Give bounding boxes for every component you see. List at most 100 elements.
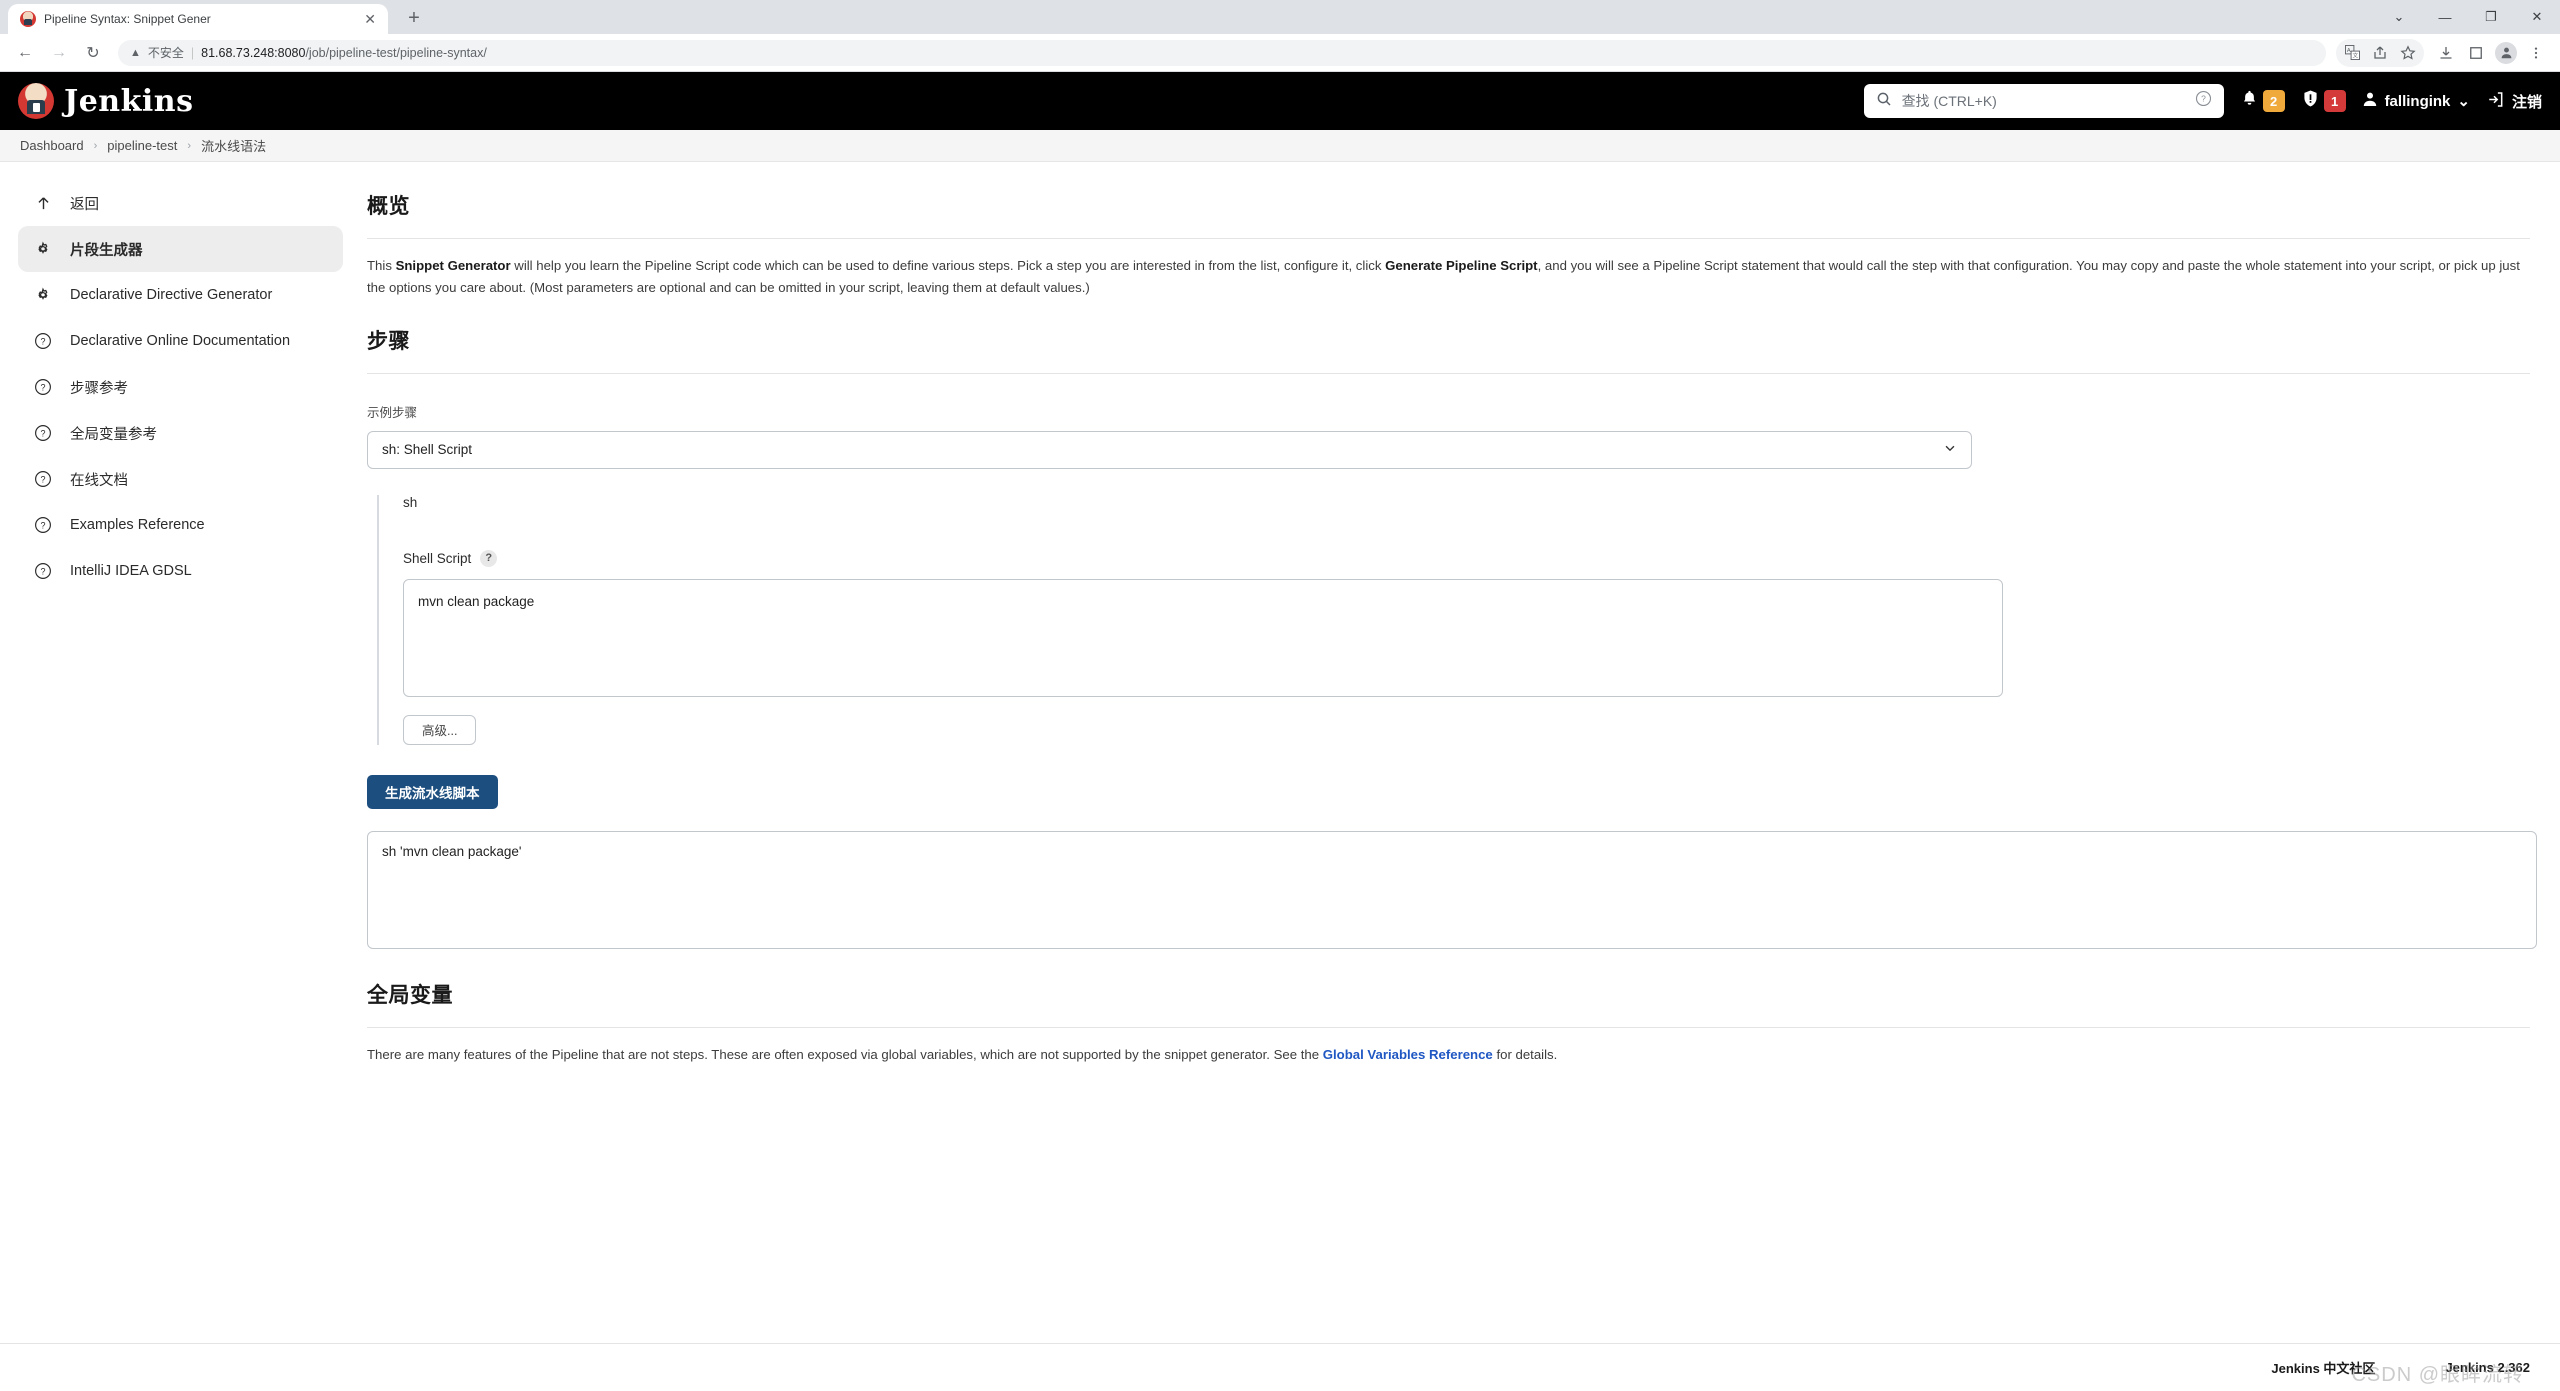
extensions-icon[interactable] bbox=[2462, 39, 2490, 67]
overview-heading: 概览 bbox=[367, 195, 410, 218]
sidebar-item-back[interactable]: 返回 bbox=[18, 180, 343, 226]
sidebar-item-step-reference[interactable]: ? 步骤参考 bbox=[18, 364, 343, 410]
translate-icon[interactable]: A文 bbox=[2338, 39, 2366, 67]
jenkins-favicon bbox=[20, 11, 36, 27]
svg-text:?: ? bbox=[40, 566, 45, 576]
help-circle-icon[interactable]: ? bbox=[2195, 90, 2212, 112]
address-bar[interactable]: ▲ 不安全 | 81.68.73.248:8080/job/pipeline-t… bbox=[118, 39, 2326, 66]
sidebar-item-online-documentation[interactable]: ? 在线文档 bbox=[18, 456, 343, 502]
chevron-down-icon[interactable]: ⌄ bbox=[2376, 0, 2422, 34]
sidebar-item-declarative-directive-generator[interactable]: Declarative Directive Generator bbox=[18, 272, 343, 318]
sample-step-select[interactable]: sh: Shell Script bbox=[367, 430, 1972, 469]
help-circle-icon: ? bbox=[32, 468, 54, 490]
globals-text-1: There are many features of the Pipeline … bbox=[367, 1046, 1323, 1062]
sidebar-item-label: Examples Reference bbox=[70, 517, 205, 533]
security-group[interactable]: 1 bbox=[2301, 89, 2346, 113]
sidebar-item-label: Declarative Directive Generator bbox=[70, 287, 273, 303]
logout-label: 注销 bbox=[2511, 93, 2542, 111]
divider bbox=[367, 372, 2530, 374]
steps-heading: 步骤 bbox=[367, 329, 410, 353]
browser-window: Pipeline Syntax: Snippet Gener ✕ + ⌄ — ❐… bbox=[0, 0, 2560, 1391]
share-icon[interactable] bbox=[2366, 39, 2394, 67]
close-window-button[interactable]: ✕ bbox=[2514, 0, 2560, 34]
tab-title: Pipeline Syntax: Snippet Gener bbox=[44, 12, 211, 26]
maximize-button[interactable]: ❐ bbox=[2468, 0, 2514, 34]
main-content: 概览 This Snippet Generator will help you … bbox=[355, 162, 2560, 1391]
svg-text:A: A bbox=[2346, 48, 2350, 54]
breadcrumb-separator: › bbox=[93, 139, 98, 152]
shell-script-textarea[interactable] bbox=[403, 578, 2003, 697]
notification-count-badge[interactable]: 2 bbox=[2262, 90, 2285, 112]
svg-text:?: ? bbox=[40, 382, 45, 392]
search-input[interactable]: 查找 (CTRL+K) ? bbox=[1863, 84, 2224, 118]
reload-icon[interactable]: ↻ bbox=[78, 38, 108, 68]
sidebar-item-label: Declarative Online Documentation bbox=[70, 333, 291, 349]
generate-pipeline-script-button[interactable]: 生成流水线脚本 bbox=[367, 774, 498, 809]
breadcrumb-item-dashboard[interactable]: Dashboard bbox=[20, 138, 84, 153]
profile-avatar-icon[interactable] bbox=[2492, 39, 2520, 67]
global-variables-reference-link[interactable]: Global Variables Reference bbox=[1323, 1047, 1493, 1062]
user-name: fallingink bbox=[2384, 92, 2451, 110]
page-body: 返回 片段生成器 Declarative Directive Generator… bbox=[0, 162, 2560, 1391]
person-icon bbox=[2362, 91, 2378, 111]
sidebar-item-label: 片段生成器 bbox=[70, 242, 143, 259]
breadcrumb-item-pipeline-test[interactable]: pipeline-test bbox=[107, 138, 177, 153]
help-circle-icon: ? bbox=[32, 560, 54, 582]
arrow-up-icon bbox=[32, 192, 54, 214]
svg-text:?: ? bbox=[40, 474, 45, 484]
new-tab-button[interactable]: + bbox=[400, 4, 428, 32]
advanced-button[interactable]: 高级... bbox=[403, 714, 477, 745]
breadcrumb: Dashboard › pipeline-test › 流水线语法 bbox=[0, 130, 2560, 162]
jenkins-logo-text: Jenkins bbox=[64, 83, 194, 119]
forward-icon[interactable]: → bbox=[44, 38, 74, 68]
shell-script-field-label: Shell Script ? bbox=[403, 549, 2530, 567]
url-path: /job/pipeline-test/pipeline-syntax/ bbox=[305, 45, 487, 60]
page-footer: Jenkins 中文社区 Jenkins 2.362 CSDN @眼眸流转 bbox=[0, 1343, 2560, 1391]
user-menu-button[interactable]: fallingink ⌄ bbox=[2362, 91, 2470, 111]
jenkins-community-link[interactable]: Jenkins 中文社区 bbox=[2271, 1358, 2375, 1377]
header-right-group: 查找 (CTRL+K) ? 2 1 fallingink ⌄ 注销 bbox=[1863, 84, 2542, 118]
toolbar-icons: A文 bbox=[2336, 38, 2550, 67]
window-controls: ⌄ — ❐ ✕ bbox=[2376, 0, 2560, 34]
back-icon[interactable]: ← bbox=[10, 38, 40, 68]
breadcrumb-item-pipeline-syntax[interactable]: 流水线语法 bbox=[201, 136, 266, 155]
generated-script-output[interactable] bbox=[367, 830, 2537, 949]
overview-paragraph: This Snippet Generator will help you lea… bbox=[367, 255, 2530, 299]
jenkins-logo-link[interactable]: Jenkins bbox=[18, 83, 193, 119]
sidebar-item-examples-reference[interactable]: ? Examples Reference bbox=[18, 502, 343, 548]
shield-alert-icon[interactable] bbox=[2301, 89, 2320, 113]
menu-kebab-icon[interactable] bbox=[2522, 39, 2550, 67]
snippet-generator-bold: Snippet Generator bbox=[395, 258, 511, 273]
notifications-group[interactable]: 2 bbox=[2240, 89, 2285, 113]
minimize-button[interactable]: — bbox=[2422, 0, 2468, 34]
divider bbox=[367, 238, 2530, 239]
divider bbox=[367, 1026, 2530, 1028]
close-icon[interactable]: ✕ bbox=[364, 12, 376, 26]
shell-script-label-text: Shell Script bbox=[403, 550, 472, 566]
bookmark-star-icon[interactable] bbox=[2394, 39, 2422, 67]
sidebar-item-intellij-idea-gdsl[interactable]: ? IntelliJ IDEA GDSL bbox=[18, 548, 343, 594]
sample-step-label: 示例步骤 bbox=[367, 405, 418, 420]
overview-text-1: This bbox=[367, 258, 396, 273]
gear-icon bbox=[32, 238, 54, 260]
browser-tab[interactable]: Pipeline Syntax: Snippet Gener ✕ bbox=[8, 4, 388, 34]
logout-button[interactable]: 注销 bbox=[2486, 90, 2542, 113]
generate-pipeline-script-bold: Generate Pipeline Script bbox=[1385, 258, 1538, 273]
browser-tabstrip: Pipeline Syntax: Snippet Gener ✕ + ⌄ — ❐… bbox=[0, 0, 2560, 34]
download-icon[interactable] bbox=[2432, 39, 2460, 67]
logout-icon bbox=[2486, 90, 2505, 113]
help-circle-icon: ? bbox=[32, 330, 54, 352]
sidebar-item-snippet-generator[interactable]: 片段生成器 bbox=[18, 226, 343, 272]
sidebar-item-label: 在线文档 bbox=[70, 472, 128, 489]
omnibox-action-pill: A文 bbox=[2336, 38, 2424, 67]
insecure-label: 不安全 bbox=[147, 46, 184, 60]
sidebar-item-global-variable-reference[interactable]: ? 全局变量参考 bbox=[18, 410, 343, 456]
sidebar: 返回 片段生成器 Declarative Directive Generator… bbox=[0, 162, 355, 1391]
sidebar-item-label: IntelliJ IDEA GDSL bbox=[70, 563, 192, 579]
bell-icon[interactable] bbox=[2240, 89, 2259, 113]
sidebar-item-declarative-online-documentation[interactable]: ? Declarative Online Documentation bbox=[18, 318, 343, 364]
security-count-badge[interactable]: 1 bbox=[2323, 90, 2346, 112]
svg-text:?: ? bbox=[2201, 94, 2206, 104]
help-circle-icon: ? bbox=[32, 376, 54, 398]
help-icon[interactable]: ? bbox=[480, 549, 498, 567]
